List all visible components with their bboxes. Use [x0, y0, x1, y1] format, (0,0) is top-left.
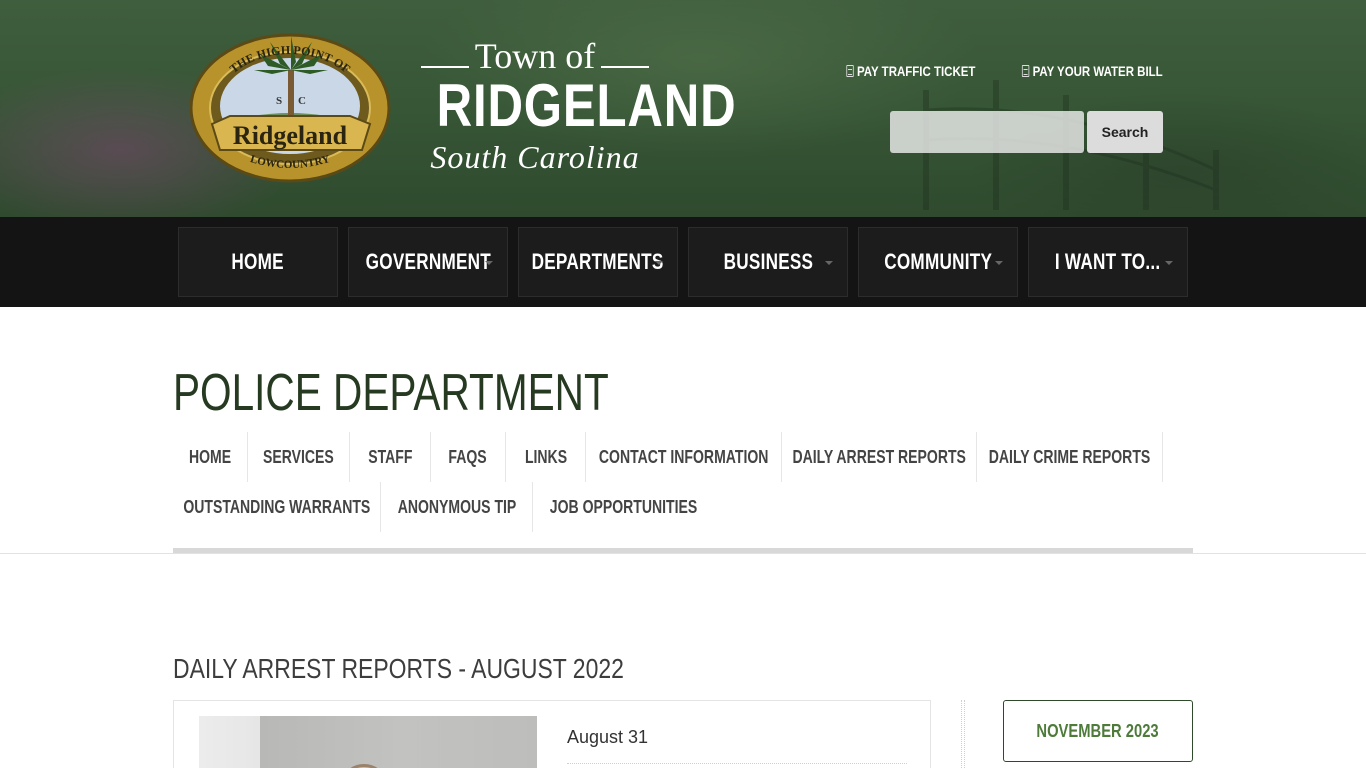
wordmark-rule-right — [601, 66, 649, 68]
document-icon — [846, 65, 854, 77]
subnav-contact-information[interactable]: CONTACT INFORMATION — [586, 432, 782, 482]
search-button[interactable]: Search — [1087, 111, 1163, 153]
sidebar-divider — [961, 700, 965, 768]
wordmark-town-of: Town of — [474, 36, 596, 76]
nav-home[interactable]: HOME — [178, 227, 338, 297]
subnav-label: ANONYMOUS TIP — [397, 496, 516, 517]
section-divider — [0, 553, 1366, 554]
nav-community[interactable]: COMMUNITY — [858, 227, 1018, 297]
main-navigation: HOME GOVERNMENT DEPARTMENTS BUSINESS COM… — [0, 217, 1366, 307]
nav-label: DEPARTMENTS — [532, 249, 664, 274]
seal-banner-text: Ridgeland — [233, 121, 348, 150]
nav-label: I WANT TO... — [1055, 249, 1161, 274]
subnav-home[interactable]: HOME — [173, 432, 248, 482]
nav-label: HOME — [231, 249, 285, 274]
archive-month-button[interactable]: NOVEMBER 2023 — [1003, 700, 1193, 762]
subnav-label: LINKS — [524, 446, 567, 467]
caret-down-icon — [995, 261, 1003, 265]
town-wordmark[interactable]: Town of RIDGELAND South Carolina — [415, 36, 737, 176]
nav-business[interactable]: BUSINESS — [688, 227, 848, 297]
subnav-label: JOB OPPORTUNITIES — [550, 496, 698, 517]
subnav-label: FAQS — [448, 446, 488, 467]
report-card[interactable]: August 31 — [173, 700, 931, 768]
subnav-label: DAILY CRIME REPORTS — [988, 446, 1151, 467]
wreath-graphic — [344, 764, 384, 768]
subnav-links[interactable]: LINKS — [506, 432, 586, 482]
subnav-staff[interactable]: STAFF — [350, 432, 431, 482]
department-sub-navigation: HOME SERVICES STAFF FAQS LINKS CONTACT I… — [173, 432, 1193, 552]
archive-month-label: NOVEMBER 2023 — [1036, 720, 1160, 741]
caret-down-icon — [1165, 261, 1173, 265]
subnav-daily-arrest-reports[interactable]: DAILY ARREST REPORTS — [782, 432, 977, 482]
nav-label: BUSINESS — [723, 249, 813, 274]
pay-traffic-ticket-label: PAY TRAFFIC TICKET — [856, 63, 976, 79]
nav-label: GOVERNMENT — [365, 249, 491, 274]
report-title[interactable]: August 31 — [567, 727, 648, 748]
subnav-label: OUTSTANDING WARRANTS — [183, 496, 370, 517]
report-divider — [567, 763, 907, 764]
section-heading: DAILY ARREST REPORTS - AUGUST 2022 — [173, 653, 624, 684]
pay-water-bill-link[interactable]: PAY YOUR WATER BILL — [1022, 62, 1163, 80]
pay-traffic-ticket-link[interactable]: PAY TRAFFIC TICKET — [846, 62, 975, 80]
seal-state-left: S — [276, 95, 282, 107]
report-thumbnail-image[interactable] — [199, 716, 537, 768]
wordmark-state: South Carolina — [430, 139, 640, 175]
subnav-job-opportunities[interactable]: JOB OPPORTUNITIES — [533, 482, 715, 532]
seal-state-right: C — [298, 95, 306, 107]
subnav-faqs[interactable]: FAQS — [431, 432, 506, 482]
nav-departments[interactable]: DEPARTMENTS — [518, 227, 678, 297]
document-icon — [1022, 65, 1030, 77]
site-header: S C Ridgeland THE HIGH POINT OF LOWCOUNT… — [0, 0, 1366, 217]
subnav-outstanding-warrants[interactable]: OUTSTANDING WARRANTS — [173, 482, 381, 532]
subnav-label: SERVICES — [263, 446, 334, 467]
subnav-label: STAFF — [367, 446, 413, 467]
subnav-anonymous-tip[interactable]: ANONYMOUS TIP — [381, 482, 533, 532]
subnav-services[interactable]: SERVICES — [248, 432, 350, 482]
subnav-label: DAILY ARREST REPORTS — [792, 446, 966, 467]
subnav-label: HOME — [188, 446, 232, 467]
subnav-daily-crime-reports[interactable]: DAILY CRIME REPORTS — [977, 432, 1163, 482]
wordmark-top: Town of — [415, 36, 655, 76]
subnav-label: CONTACT INFORMATION — [598, 446, 769, 467]
nav-i-want-to[interactable]: I WANT TO... — [1028, 227, 1188, 297]
quick-links: PAY TRAFFIC TICKET PAY YOUR WATER BILL — [818, 62, 1163, 80]
nav-label: COMMUNITY — [884, 249, 992, 274]
caret-down-icon — [655, 261, 663, 265]
caret-down-icon — [485, 261, 493, 265]
nav-government[interactable]: GOVERNMENT — [348, 227, 508, 297]
search-input[interactable] — [890, 111, 1084, 153]
page-title: POLICE DEPARTMENT — [173, 364, 609, 422]
town-seal-logo[interactable]: S C Ridgeland THE HIGH POINT OF LOWCOUNT… — [190, 32, 396, 184]
wordmark-name: RIDGELAND — [436, 72, 737, 139]
pay-water-bill-label: PAY YOUR WATER BILL — [1032, 63, 1163, 79]
caret-down-icon — [825, 261, 833, 265]
